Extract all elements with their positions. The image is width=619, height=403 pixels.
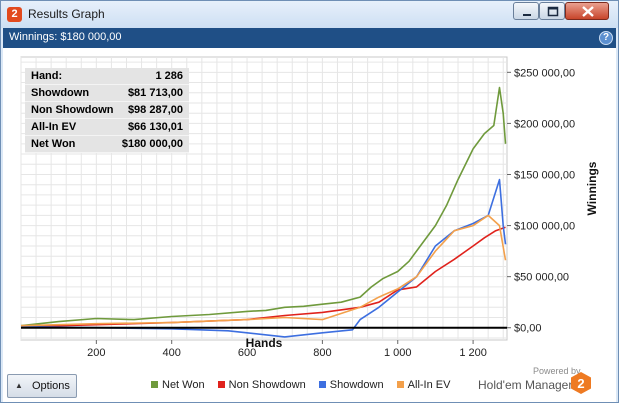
brand-name: Hold'em Manager xyxy=(478,378,573,392)
maximize-button[interactable] xyxy=(539,2,565,20)
legend-swatch xyxy=(151,381,158,388)
options-button[interactable]: ▲ Options xyxy=(7,374,77,398)
stats-row-showdown: Showdown $81 713,00 xyxy=(25,85,189,102)
stats-row-all-in-ev: All-In EV $66 130,01 xyxy=(25,119,189,136)
legend-item-showdown[interactable]: Showdown xyxy=(318,379,384,391)
x-tick-label: 400 xyxy=(163,347,181,359)
x-tick-label: 800 xyxy=(313,347,331,359)
stats-label: All-In EV xyxy=(31,121,77,133)
results-graph-window: 2 Results Graph Winnings: $180 000,00 ? … xyxy=(0,0,619,403)
brand-logo-text: 2 xyxy=(577,376,584,391)
maximize-icon xyxy=(547,6,559,17)
chart-legend: Net Won Non Showdown Showdown All-In EV xyxy=(151,379,460,391)
legend-swatch xyxy=(318,381,326,388)
y-tick-label: $50 000,00 xyxy=(514,272,569,284)
legend-label: All-In EV xyxy=(407,379,451,391)
caret-up-icon: ▲ xyxy=(15,381,23,390)
y-tick-label: $100 000,00 xyxy=(514,221,575,233)
legend-swatch xyxy=(396,381,404,388)
legend-item-all-in-ev[interactable]: All-In EV xyxy=(396,379,451,391)
stats-label: Net Won xyxy=(31,138,76,150)
stats-label: Showdown xyxy=(31,87,90,99)
minimize-icon xyxy=(523,14,531,16)
app-logo-icon: 2 xyxy=(7,7,22,22)
graph-area: 200 400 600 800 1 000 1 200 $0,00 $50 000,00 $10… xyxy=(3,48,616,370)
y-axis-label: Winnings xyxy=(585,161,599,215)
stats-value: $81 713,00 xyxy=(127,87,183,99)
stats-label: Non Showdown xyxy=(31,104,114,116)
brand-logo-icon: 2 xyxy=(571,372,591,394)
legend-label: Net Won xyxy=(162,379,205,391)
legend-item-non-showdown[interactable]: Non Showdown xyxy=(217,379,306,391)
stats-panel: Hand: 1 286 Showdown $81 713,00 Non Show… xyxy=(25,68,189,153)
x-tick-label: 200 xyxy=(87,347,105,359)
stats-value: $180 000,00 xyxy=(121,138,183,150)
footer-bar: ▲ Options Net Won Non Showdown Showdown … xyxy=(3,366,616,402)
winnings-header: Winnings: $180 000,00 ? xyxy=(3,28,616,48)
stats-value: $66 130,01 xyxy=(127,121,183,133)
legend-label: Non Showdown xyxy=(228,379,306,391)
options-label: Options xyxy=(32,380,70,392)
stats-row-hands: Hand: 1 286 xyxy=(25,68,189,85)
minimize-button[interactable] xyxy=(513,2,539,20)
legend-label: Showdown xyxy=(329,379,384,391)
winnings-title: Winnings: $180 000,00 xyxy=(9,31,122,43)
stats-row-non-showdown: Non Showdown $98 287,00 xyxy=(25,102,189,119)
y-tick-label: $200 000,00 xyxy=(514,118,575,130)
y-tick-label: $150 000,00 xyxy=(514,169,575,181)
legend-item-net-won[interactable]: Net Won xyxy=(151,379,205,391)
window-title: Results Graph xyxy=(28,7,105,21)
stats-row-net-won: Net Won $180 000,00 xyxy=(25,136,189,153)
stats-value: 1 286 xyxy=(155,70,183,82)
x-axis-label: Hands xyxy=(246,336,283,350)
close-icon xyxy=(582,6,594,17)
close-button[interactable] xyxy=(565,2,609,20)
stats-label: Hand: xyxy=(31,70,63,82)
x-tick-label: 1 200 xyxy=(459,347,487,359)
y-tick-label: $250 000,00 xyxy=(514,67,575,79)
help-icon[interactable]: ? xyxy=(599,31,613,45)
title-bar[interactable]: 2 Results Graph xyxy=(1,1,618,28)
x-tick-label: 1 000 xyxy=(384,347,412,359)
legend-swatch xyxy=(217,381,225,388)
stats-value: $98 287,00 xyxy=(127,104,183,116)
y-tick-label: $0,00 xyxy=(514,323,542,335)
